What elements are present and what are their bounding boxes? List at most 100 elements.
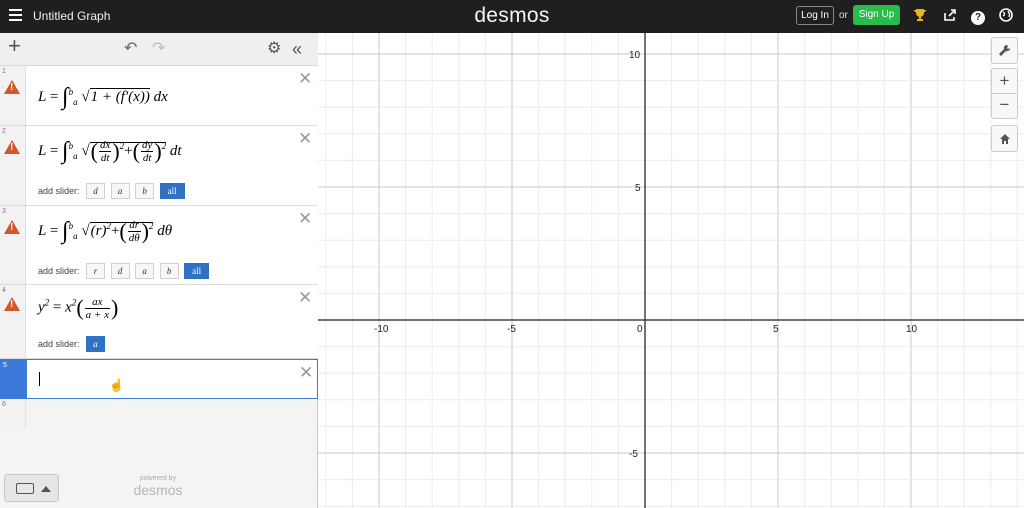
x-tick-label: 10 [906,324,918,335]
slider-button-a[interactable]: a [86,336,106,352]
powered-by-desmos: powered by desmos [128,475,188,498]
slider-button-b[interactable]: b [159,263,179,279]
zoom-in-button[interactable]: + [991,68,1018,94]
expression-gutter: 5 [1,360,27,398]
math-lhs: L [38,222,47,239]
integral-sign: ∫ [62,84,69,110]
radical-sign: √ [81,222,90,239]
math-equals: = [49,88,59,105]
add-slider-label: add slider: [38,266,80,276]
integral-upper-bound: b [68,220,74,231]
expression-row-4[interactable]: 4 y2 = x2(axa + x) add slider: a ✕ [0,285,318,359]
math-term: (r) [90,222,107,239]
y-tick-label: 10 [629,50,641,61]
powered-by-text: powered by [139,475,177,482]
expression-gutter: 3 [0,206,26,284]
y-tick-label: 5 [635,183,641,194]
redo-button[interactable]: ↷ [152,39,165,59]
slider-button-r[interactable]: r [86,263,106,279]
warning-icon[interactable] [4,140,20,154]
differential: dx [153,88,168,105]
expression-panel: + ↶ ↷ ⚙ « 1 L = ∫ba √1 + (f′(x)) dx ✕ 2 … [0,33,318,508]
expression-row-5[interactable]: 5 ☝ ✕ [0,359,318,399]
add-slider-row: add slider: r d a b all [38,263,212,279]
warning-icon[interactable] [4,220,20,234]
x-tick-label: -10 [374,324,389,335]
expression-index: 6 [2,401,6,408]
exponent: 2 [161,140,167,151]
exponent: 2 [148,220,154,231]
math-equals: = [52,299,62,316]
zoom-out-button[interactable]: − [991,93,1018,119]
share-icon[interactable] [942,8,958,24]
expression-math[interactable]: L = ∫ba √(r)2+(dr dθ)2 dθ [38,218,172,245]
fraction: ax a + x [84,295,110,321]
warning-icon[interactable] [4,80,20,94]
integral-lower-bound: a [73,150,78,161]
math-lhs: L [38,88,47,105]
graph-grid[interactable]: -10 -5 0 5 10 10 5 -5 [318,33,1024,508]
math-rhs: x [65,299,72,316]
expression-index: 5 [3,362,7,369]
graph-canvas[interactable]: -10 -5 0 5 10 10 5 -5 [318,33,1024,508]
delete-expression-icon[interactable]: ✕ [298,210,312,227]
expression-math[interactable]: L = ∫ba √(dx dt)2+(dy dt)2 dt [38,138,182,165]
expression-index: 4 [2,287,6,294]
plus-sign: + [124,142,133,159]
integral-lower-bound: a [73,96,78,107]
help-icon[interactable]: ? [970,8,986,25]
expression-gutter: 1 [0,66,26,125]
expression-math[interactable]: y2 = x2(ax a + x) [38,295,118,321]
math-equals: = [49,142,59,159]
differential: dt [169,142,182,159]
integral-upper-bound: b [68,140,74,151]
y-tick-label: -5 [629,449,638,460]
expression-math[interactable]: L = ∫ba √1 + (f′(x)) dx [38,84,168,111]
trophy-icon[interactable] [912,8,928,24]
slider-button-d[interactable]: d [110,263,130,279]
expression-row-2[interactable]: 2 L = ∫ba √(dxdt)2+(dydt)2 dt add slider… [0,126,318,206]
caret-up-icon [41,486,51,492]
delete-expression-icon[interactable]: ✕ [298,70,312,87]
radicand: 1 + (f′(x)) [89,87,150,105]
powered-by-logo: desmos [133,482,183,498]
integral-sign: ∫ [62,138,69,164]
expression-row-1[interactable]: 1 L = ∫ba √1 + (f′(x)) dx ✕ [0,66,318,126]
expression-toolbar: + ↶ ↷ ⚙ « [0,33,318,66]
slider-button-all[interactable]: all [184,263,210,279]
expression-gutter: 2 [0,126,26,205]
collapse-panel-button[interactable]: « [292,39,302,59]
delete-expression-icon[interactable]: ✕ [298,130,312,147]
delete-expression-icon[interactable]: ✕ [299,364,313,381]
signup-button[interactable]: Sign Up [853,5,900,25]
login-button[interactable]: Log In [796,6,834,25]
graph-settings-wrench-icon[interactable] [991,37,1018,64]
warning-icon[interactable] [4,297,20,311]
fraction: dx dt [98,139,112,164]
expression-row-6[interactable]: 6 [0,399,318,429]
expression-index: 2 [2,128,6,135]
slider-button-all[interactable]: all [159,183,185,199]
integral-sign: ∫ [62,218,69,244]
hamburger-menu-icon[interactable] [9,9,22,21]
keyboard-toggle-button[interactable] [4,474,59,502]
add-item-button[interactable]: + [8,35,21,57]
undo-button[interactable]: ↶ [124,39,137,59]
keyboard-icon [16,483,34,494]
slider-button-a[interactable]: a [135,263,155,279]
slider-button-b[interactable]: b [135,183,155,199]
slider-button-a[interactable]: a [110,183,130,199]
add-slider-label: add slider: [38,186,80,196]
text-caret [39,372,40,386]
expression-gutter: 4 [0,285,26,358]
graph-title[interactable]: Untitled Graph [33,9,110,23]
expression-row-3[interactable]: 3 L = ∫ba √(r)2+(drdθ)2 dθ add slider: r… [0,206,318,285]
default-view-home-icon[interactable] [991,125,1018,152]
pointer-cursor-icon: ☝ [109,378,124,392]
delete-expression-icon[interactable]: ✕ [298,289,312,306]
slider-button-d[interactable]: d [86,183,106,199]
exponent: 2 [44,297,50,308]
settings-gear-icon[interactable]: ⚙ [267,39,281,59]
globe-icon[interactable] [998,8,1014,24]
fraction: dy dt [140,139,154,164]
